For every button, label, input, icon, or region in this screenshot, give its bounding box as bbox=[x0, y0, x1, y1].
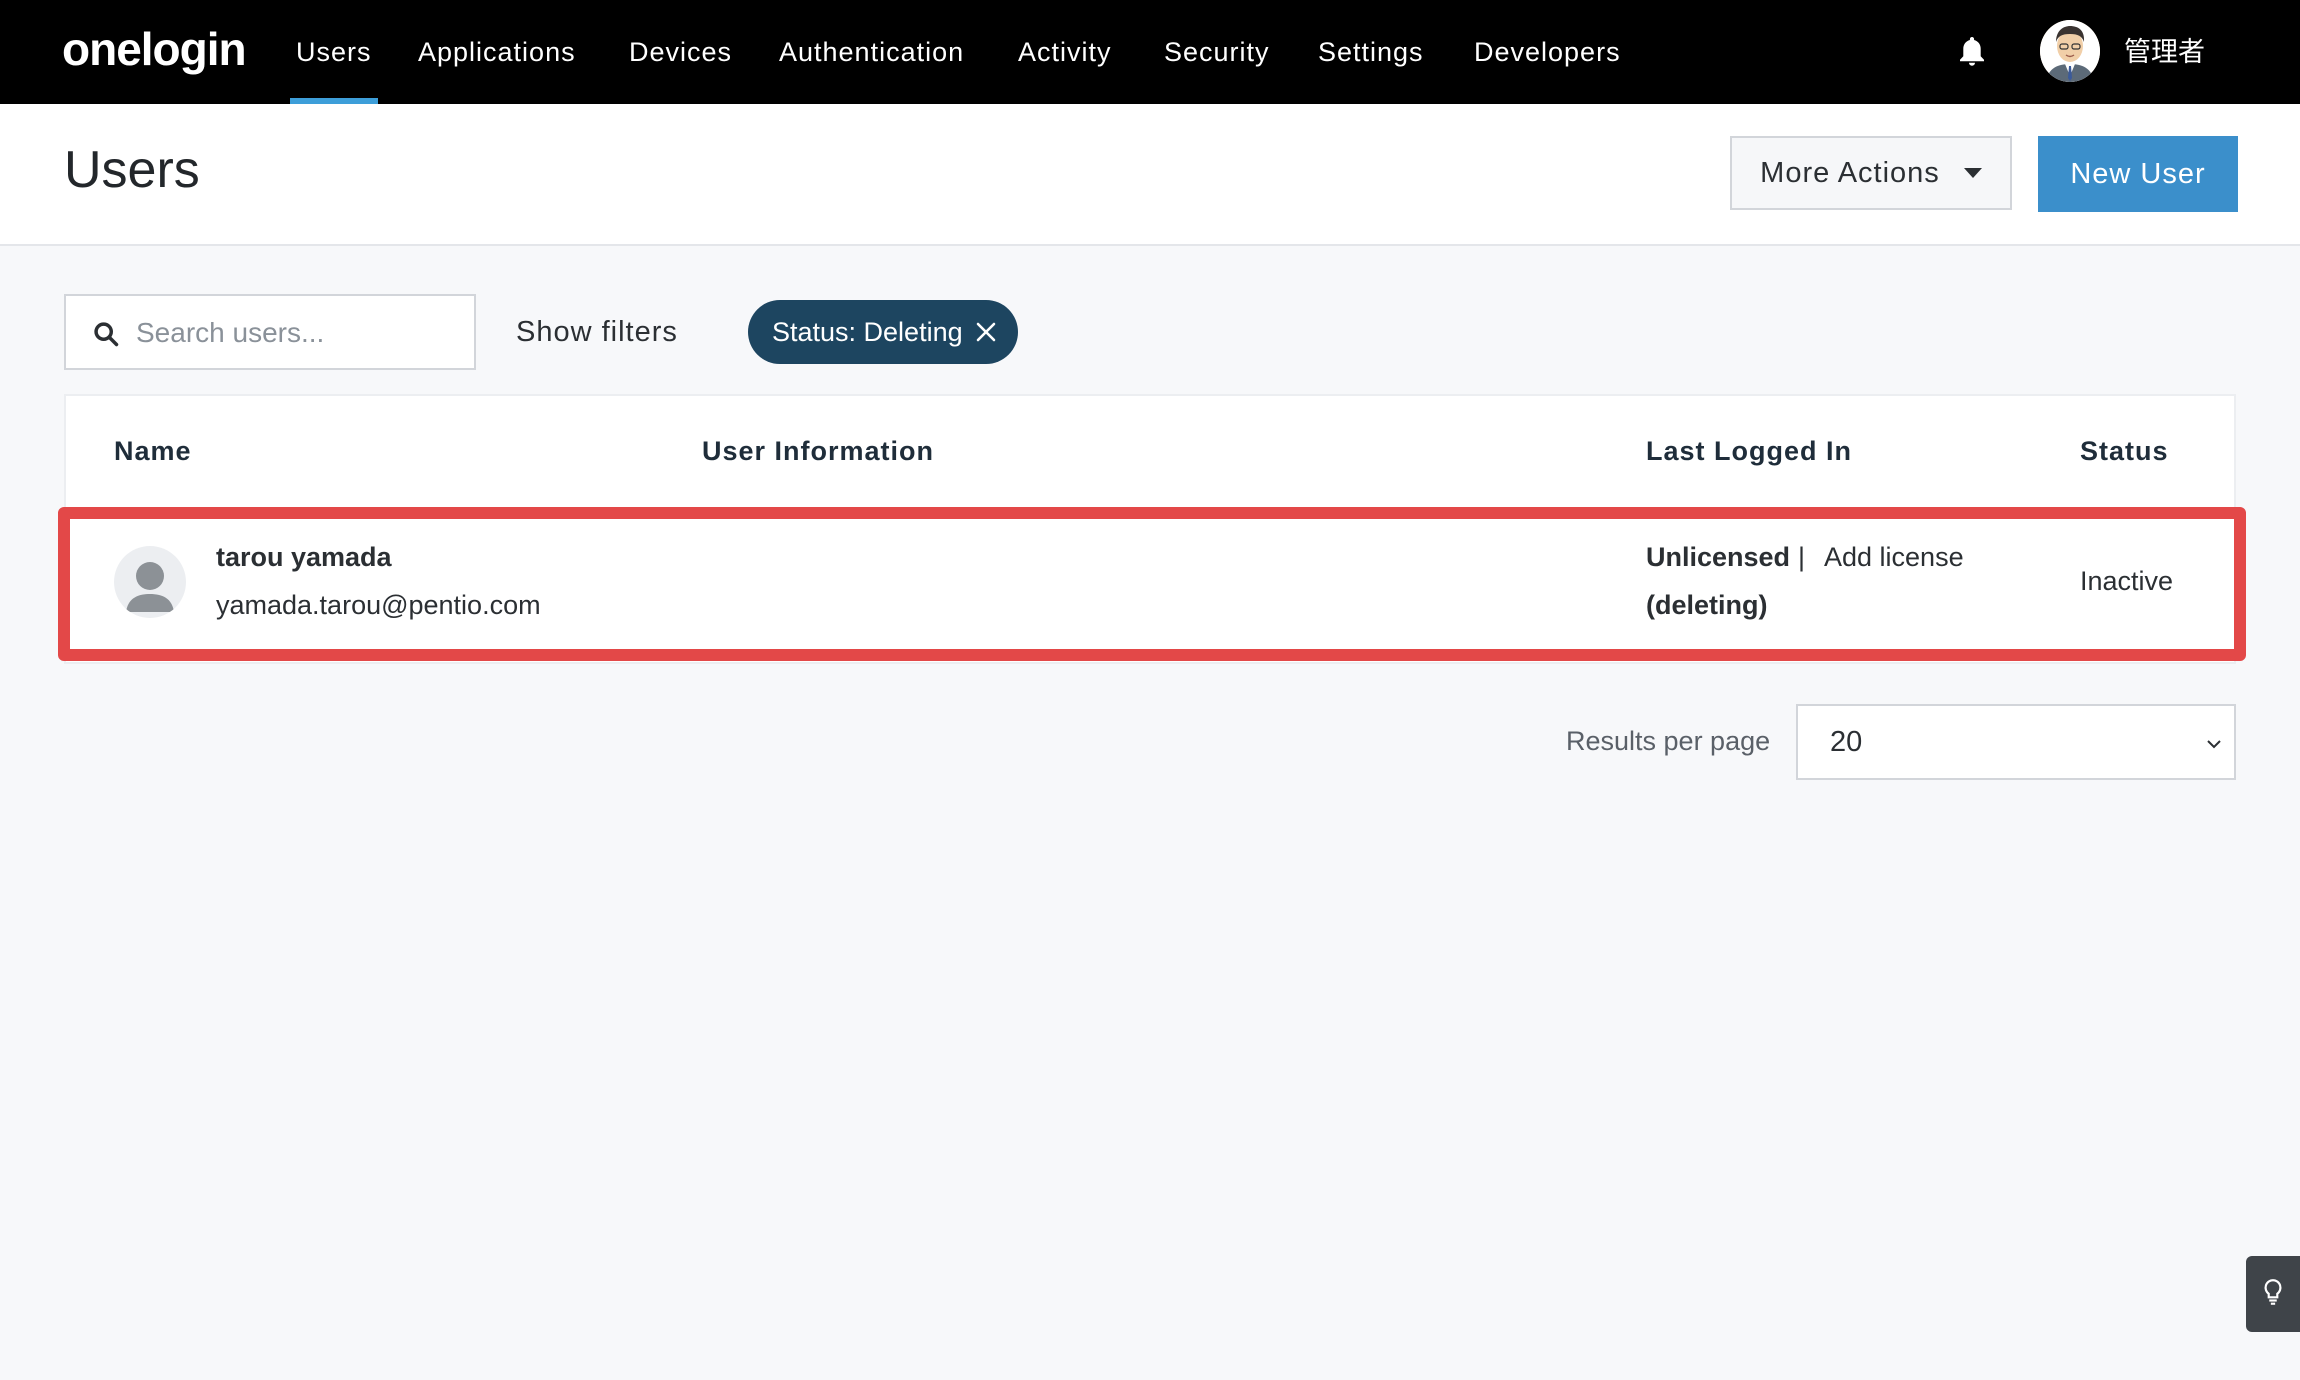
status-filter-chip[interactable]: Status: Deleting bbox=[748, 300, 1018, 364]
nav-security[interactable]: Security bbox=[1164, 0, 1270, 104]
lightbulb-icon bbox=[2264, 1279, 2282, 1305]
nav-users[interactable]: Users bbox=[290, 0, 377, 104]
help-tab[interactable] bbox=[2246, 1256, 2300, 1332]
last-logged-in-value: (deleting) bbox=[1646, 590, 1768, 620]
nav-activity[interactable]: Activity bbox=[1018, 0, 1112, 104]
close-icon[interactable] bbox=[974, 320, 998, 344]
add-license-link[interactable]: Add license bbox=[1824, 542, 1964, 573]
page-title: Users bbox=[64, 141, 200, 199]
results-per-page-select[interactable]: 20 bbox=[1796, 704, 2236, 780]
profile-avatar-icon[interactable] bbox=[2040, 20, 2100, 82]
status-value: Inactive bbox=[2080, 566, 2174, 596]
nav-settings[interactable]: Settings bbox=[1318, 0, 1424, 104]
user-name[interactable]: tarou yamada bbox=[216, 542, 392, 573]
search-input[interactable] bbox=[134, 310, 458, 356]
column-header-user-information: User Information bbox=[702, 436, 935, 466]
status-filter-chip-label: Status: Deleting bbox=[772, 316, 963, 347]
caret-down-icon bbox=[1963, 168, 1982, 178]
license-status: Unlicensed bbox=[1646, 542, 1791, 572]
more-actions-label: More Actions bbox=[1760, 156, 1940, 189]
nav-developers[interactable]: Developers bbox=[1474, 0, 1621, 104]
bell-icon[interactable] bbox=[1954, 34, 1990, 70]
new-user-button[interactable]: New User bbox=[2038, 136, 2238, 212]
column-header-last-logged-in[interactable]: Last Logged In bbox=[1646, 436, 1852, 467]
column-header-status[interactable]: Status bbox=[2080, 436, 2169, 467]
user-email: yamada.tarou@pentio.com bbox=[216, 590, 541, 620]
admin-user-name[interactable]: 管理者 bbox=[2124, 0, 2205, 104]
search-icon bbox=[94, 322, 119, 347]
column-header-name[interactable]: Name bbox=[114, 436, 192, 467]
user-avatar-icon bbox=[114, 546, 186, 618]
results-per-page-value: 20 bbox=[1830, 726, 1863, 758]
nav-authentication[interactable]: Authentication bbox=[779, 0, 964, 104]
page-header: Users More Actions New User bbox=[0, 104, 2300, 246]
nav-devices[interactable]: Devices bbox=[629, 0, 732, 104]
table-row[interactable] bbox=[58, 507, 2246, 661]
license-separator: | bbox=[1798, 542, 1806, 572]
chevron-down-icon bbox=[2207, 740, 2221, 749]
more-actions-button[interactable]: More Actions bbox=[1730, 136, 2012, 210]
show-filters-link[interactable]: Show filters bbox=[516, 294, 678, 370]
search-box[interactable] bbox=[64, 294, 476, 370]
top-navigation-bar: onelogin Users Applications Devices Auth… bbox=[0, 0, 2300, 104]
onelogin-logo[interactable]: onelogin bbox=[62, 22, 247, 76]
nav-applications[interactable]: Applications bbox=[418, 0, 576, 104]
results-per-page-label: Results per page bbox=[1566, 726, 1771, 756]
